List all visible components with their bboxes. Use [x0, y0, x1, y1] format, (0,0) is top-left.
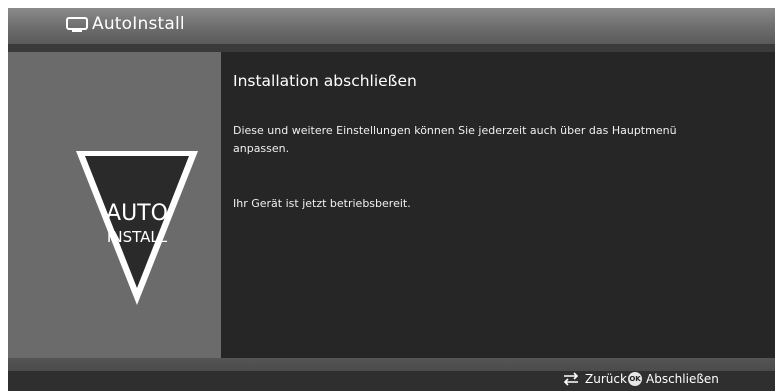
logo-text-auto: AUTO [106, 201, 168, 226]
autoinstall-screen: AutoInstall AUTO INSTALL Installation ab… [8, 8, 775, 391]
page-heading: Installation abschließen [233, 72, 417, 90]
back-label: Zurück [585, 372, 627, 386]
autoinstall-logo: AUTO INSTALL [76, 151, 198, 305]
logo-text-install: INSTALL [107, 228, 168, 246]
content-panel: Installation abschließen Diese und weite… [221, 52, 775, 358]
info-text: Diese und weitere Einstellungen können S… [233, 124, 677, 155]
title-bar: AutoInstall [8, 8, 775, 44]
back-arrows-icon [563, 372, 579, 386]
app-title: AutoInstall [92, 14, 185, 34]
back-button[interactable]: Zurück [561, 372, 627, 386]
finish-label: Abschließen [646, 372, 719, 386]
finish-button[interactable]: OK Abschließen [628, 372, 719, 386]
sidebar: AUTO INSTALL [8, 52, 221, 358]
ok-button-icon: OK [628, 372, 642, 386]
tv-icon [66, 17, 88, 32]
title-divider [8, 44, 775, 52]
footer-bar: Zurück OK Abschließen [8, 358, 775, 391]
status-text: Ihr Gerät ist jetzt betriebsbereit. [233, 197, 411, 210]
